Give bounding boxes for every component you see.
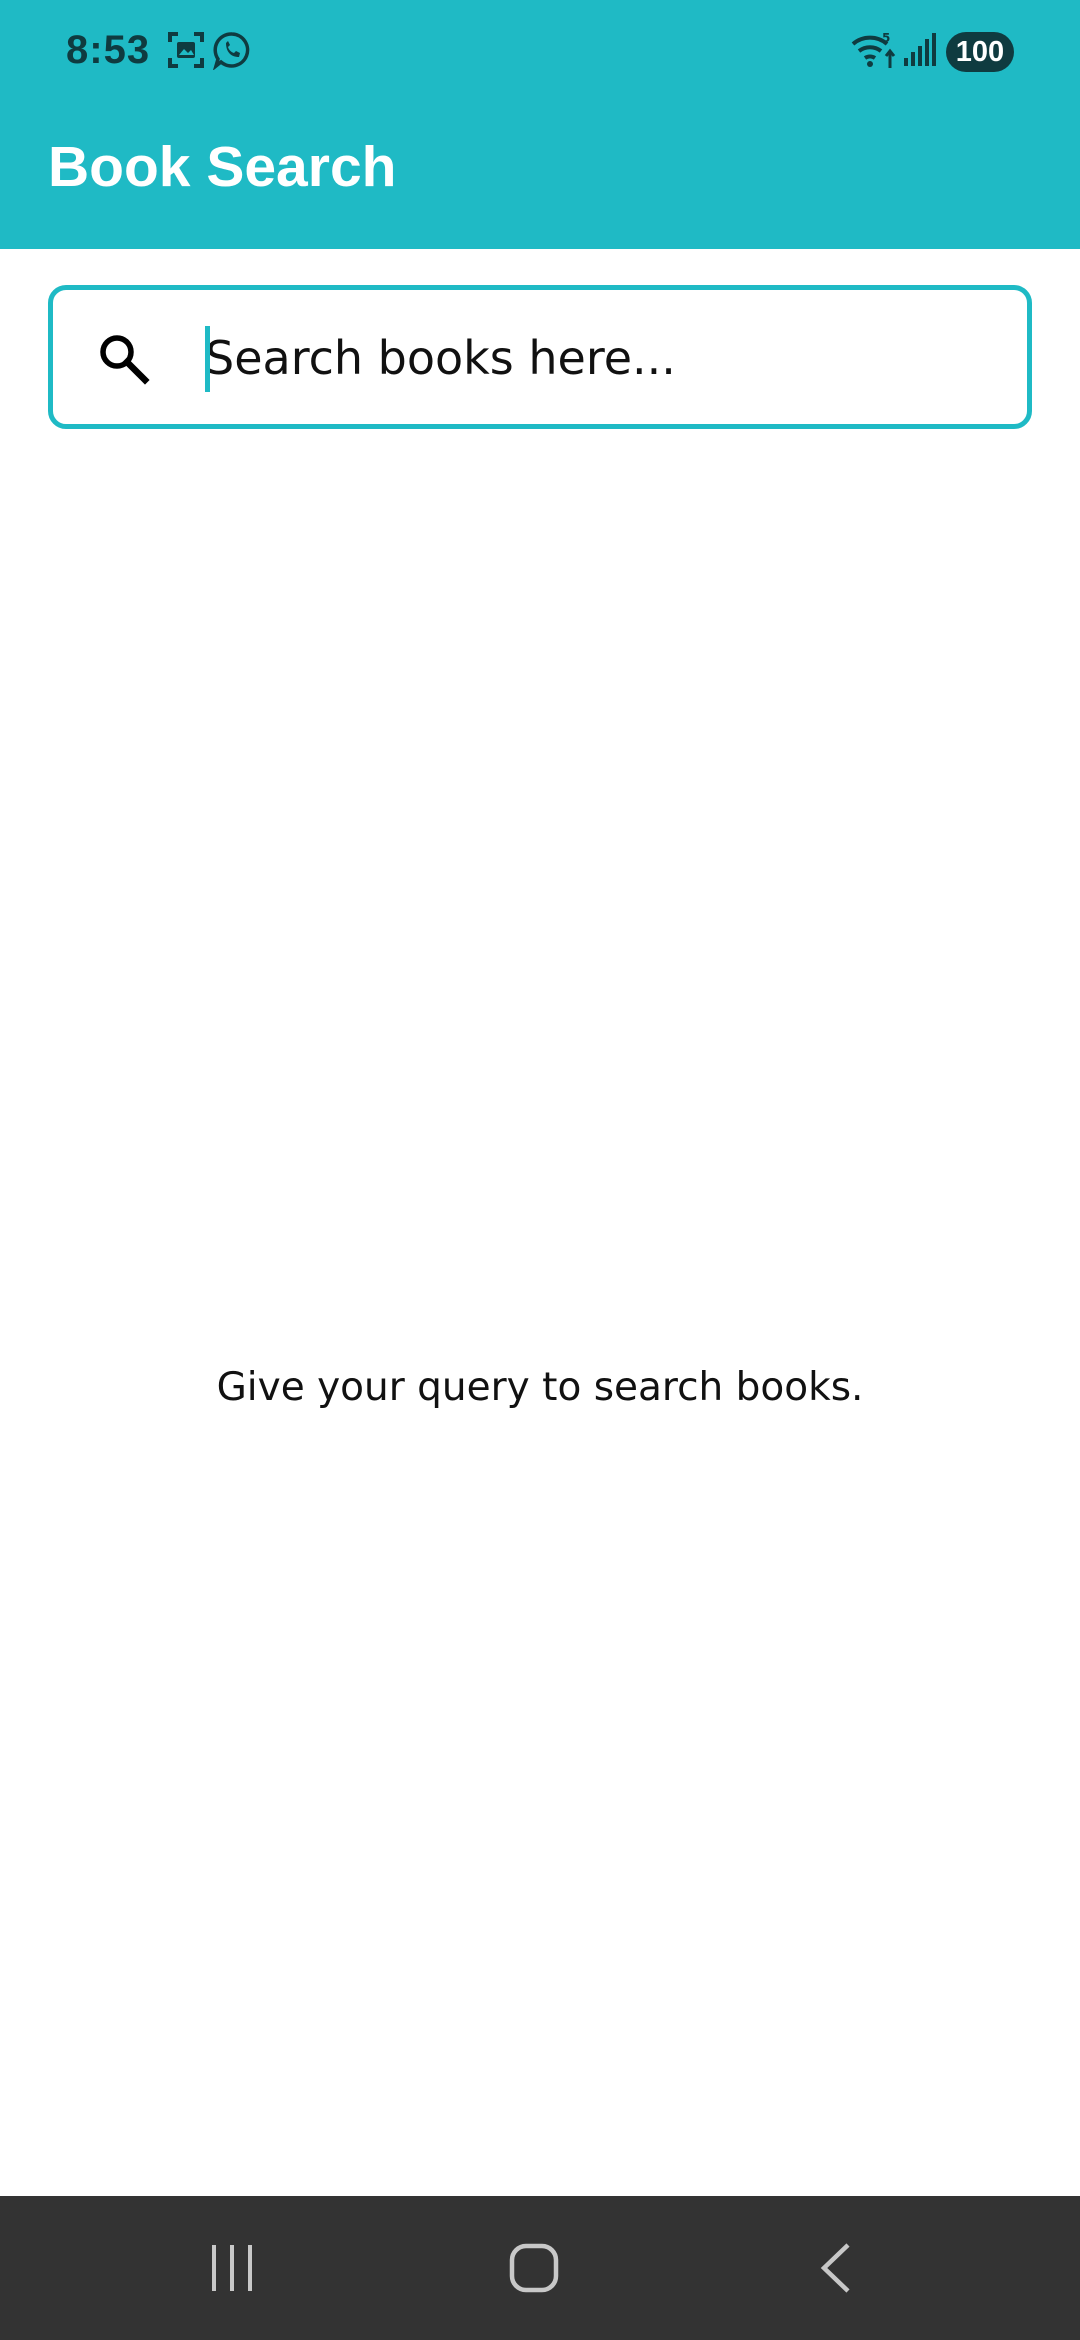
recent-apps-button[interactable]: [152, 2196, 312, 2340]
status-bar: 8:53 5 100: [0, 0, 1080, 104]
header: 8:53 5 100 Book Search: [0, 0, 1080, 249]
back-icon: [816, 2242, 856, 2294]
svg-text:5: 5: [882, 31, 890, 45]
search-icon: [93, 328, 153, 388]
whatsapp-icon: [212, 30, 252, 70]
navigation-bar: [0, 2196, 1080, 2340]
signal-icon: [902, 30, 936, 70]
wifi-icon: 5: [850, 30, 896, 70]
page-title: Book Search: [48, 135, 397, 199]
status-time: 8:53: [66, 28, 151, 72]
battery-indicator: 100: [946, 32, 1014, 72]
empty-state-message: Give your query to search books.: [216, 1365, 864, 1410]
screenshot-icon: [166, 30, 206, 70]
home-button[interactable]: [454, 2196, 614, 2340]
app-bar: Book Search: [0, 104, 1080, 249]
search-field[interactable]: [48, 285, 1032, 429]
recent-apps-icon: [208, 2243, 256, 2293]
home-icon: [508, 2242, 560, 2294]
search-input[interactable]: [205, 318, 995, 398]
text-cursor: [205, 326, 210, 392]
back-button[interactable]: [756, 2196, 916, 2340]
